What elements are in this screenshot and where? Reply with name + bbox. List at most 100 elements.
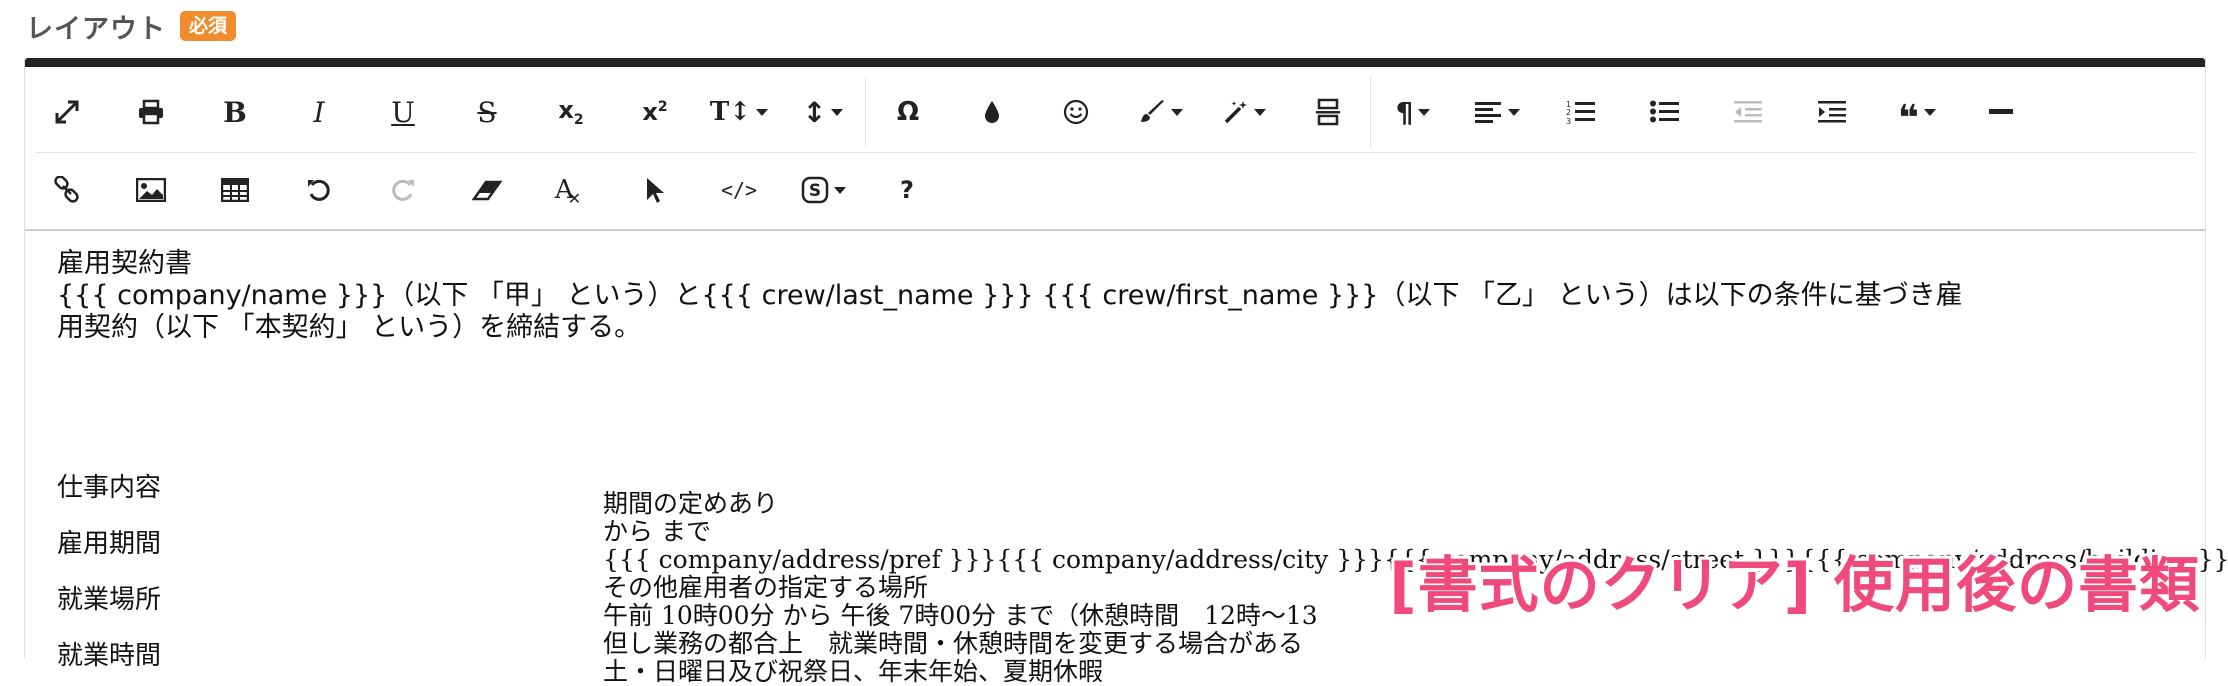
redo-icon <box>392 179 414 201</box>
strikethrough-icon: S <box>477 95 497 129</box>
editor-top-border <box>25 58 2205 67</box>
select-cursor-icon <box>647 178 664 203</box>
symbol-dropdown-button[interactable]: S <box>781 160 865 220</box>
paint-brush-button[interactable] <box>1118 82 1202 142</box>
chevron-down-icon <box>756 108 769 116</box>
print-button[interactable] <box>109 82 193 142</box>
required-badge: 必須 <box>180 11 237 41</box>
quote-button[interactable]: ❝ <box>1875 82 1959 142</box>
table-button[interactable] <box>193 160 277 220</box>
bold-icon: B <box>223 95 247 129</box>
clear-format-icon: A✕ <box>554 175 582 208</box>
horizontal-rule-button[interactable] <box>1959 82 2043 142</box>
chevron-down-icon <box>833 186 846 194</box>
image-icon <box>136 178 166 202</box>
toolbar-row-divider <box>35 152 2195 153</box>
field-header: レイアウト 必須 <box>26 8 237 45</box>
editor-content[interactable]: 雇用契約書 {{{ company/name }}}（以下 「甲」 という）と{… <box>57 248 2228 686</box>
italic-button[interactable]: I <box>277 82 361 142</box>
field-label: レイアウト <box>26 13 166 45</box>
color-drop-icon <box>985 101 999 123</box>
align-icon <box>1474 102 1501 123</box>
eraser-icon <box>472 180 502 201</box>
link-icon <box>54 176 79 203</box>
term-label: 仕事内容 <box>57 473 162 503</box>
term-value: 但し業務の都合上 就業時間・休憩時間を変更する場合がある <box>603 629 1304 658</box>
chevron-down-icon <box>1170 108 1183 116</box>
paint-brush-icon <box>1140 100 1164 122</box>
special-char-icon: Ω <box>896 97 920 127</box>
outdent-icon <box>1734 101 1762 123</box>
magic-wand-button[interactable] <box>1202 82 1286 142</box>
line-height-button[interactable]: ↕ <box>781 82 865 142</box>
help-button[interactable]: ? <box>865 160 949 220</box>
chevron-down-icon <box>1253 108 1266 116</box>
chevron-down-icon <box>831 108 844 116</box>
indent-icon <box>1818 101 1846 123</box>
term-label: 就業場所 <box>57 585 162 615</box>
page-break-button[interactable] <box>1286 82 1370 142</box>
special-char-button[interactable]: Ω <box>866 82 950 142</box>
superscript-icon: x2 <box>642 98 668 126</box>
chevron-down-icon <box>1418 108 1431 116</box>
svg-text:S: S <box>808 181 820 201</box>
paragraph-icon: ¶ <box>1395 95 1414 129</box>
unordered-list-icon <box>1650 100 1679 123</box>
page-break-icon <box>1316 98 1340 126</box>
term-value: 土・日曜日及び祝祭日、年末年始、夏期休暇 <box>603 657 1104 686</box>
font-size-button[interactable]: T↕ <box>697 82 781 142</box>
term-label: 就業時間 <box>57 641 162 671</box>
toolbar-row-1: B I U S x2 x2 T↕ ↕ Ω ¶ 1 2 3 ❝ <box>25 77 2043 147</box>
fullscreen-icon <box>55 100 79 124</box>
underline-icon: U <box>391 95 415 129</box>
print-icon <box>139 99 163 125</box>
strikethrough-button[interactable]: S <box>445 82 529 142</box>
unordered-list-button[interactable] <box>1623 82 1707 142</box>
outdent-button[interactable] <box>1707 82 1791 142</box>
eraser-button[interactable] <box>445 160 529 220</box>
document-title: 雇用契約書 <box>57 248 192 279</box>
ordered-list-icon: 123 <box>1566 100 1595 125</box>
overlay-caption: [書式のクリア] 使用後の書類 <box>1389 551 2200 621</box>
italic-icon: I <box>313 95 325 129</box>
paragraph-format-button[interactable]: ¶ <box>1371 82 1455 142</box>
intro-line: {{{ company/name }}}（以下 「甲」 という）と{{{ cre… <box>57 280 1963 311</box>
font-size-icon: T↕ <box>709 97 752 127</box>
emoji-icon <box>1063 99 1089 125</box>
quote-icon: ❝ <box>1897 98 1920 139</box>
horizontal-rule-icon <box>1989 109 2013 114</box>
editor-toolbar: B I U S x2 x2 T↕ ↕ Ω ¶ 1 2 3 ❝ A✕ </> S … <box>25 67 2205 231</box>
code-view-button[interactable]: </> <box>697 160 781 220</box>
subscript-button[interactable]: x2 <box>529 82 613 142</box>
svg-text:3: 3 <box>1566 117 1571 125</box>
superscript-button[interactable]: x2 <box>613 82 697 142</box>
bold-button[interactable]: B <box>193 82 277 142</box>
ordered-list-button[interactable]: 123 <box>1539 82 1623 142</box>
clear-format-button[interactable]: A✕ <box>529 160 613 220</box>
link-button[interactable] <box>25 160 109 220</box>
select-button[interactable] <box>613 160 697 220</box>
toolbar-row-2: A✕ </> S ? <box>25 155 949 225</box>
table-icon <box>221 178 249 202</box>
code-view-icon: </> <box>720 178 758 202</box>
emoji-button[interactable] <box>1034 82 1118 142</box>
magic-wand-icon <box>1224 101 1247 124</box>
underline-button[interactable]: U <box>361 82 445 142</box>
redo-button[interactable] <box>361 160 445 220</box>
subscript-icon: x2 <box>558 96 584 128</box>
intro-line: 用契約（以下 「本契約」 という）を締結する。 <box>57 312 642 343</box>
color-button[interactable] <box>950 82 1034 142</box>
symbol-dropdown-icon: S <box>801 176 828 204</box>
indent-button[interactable] <box>1791 82 1875 142</box>
line-height-icon: ↕ <box>802 95 827 129</box>
term-value: 期間の定めあり <box>603 489 779 518</box>
undo-icon <box>308 179 330 201</box>
undo-button[interactable] <box>277 160 361 220</box>
help-icon: ? <box>900 176 914 204</box>
chevron-down-icon <box>1924 108 1937 116</box>
svg-text:2: 2 <box>1566 108 1571 117</box>
term-label: 雇用期間 <box>57 529 162 559</box>
fullscreen-button[interactable] <box>25 82 109 142</box>
image-button[interactable] <box>109 160 193 220</box>
align-button[interactable] <box>1455 82 1539 142</box>
